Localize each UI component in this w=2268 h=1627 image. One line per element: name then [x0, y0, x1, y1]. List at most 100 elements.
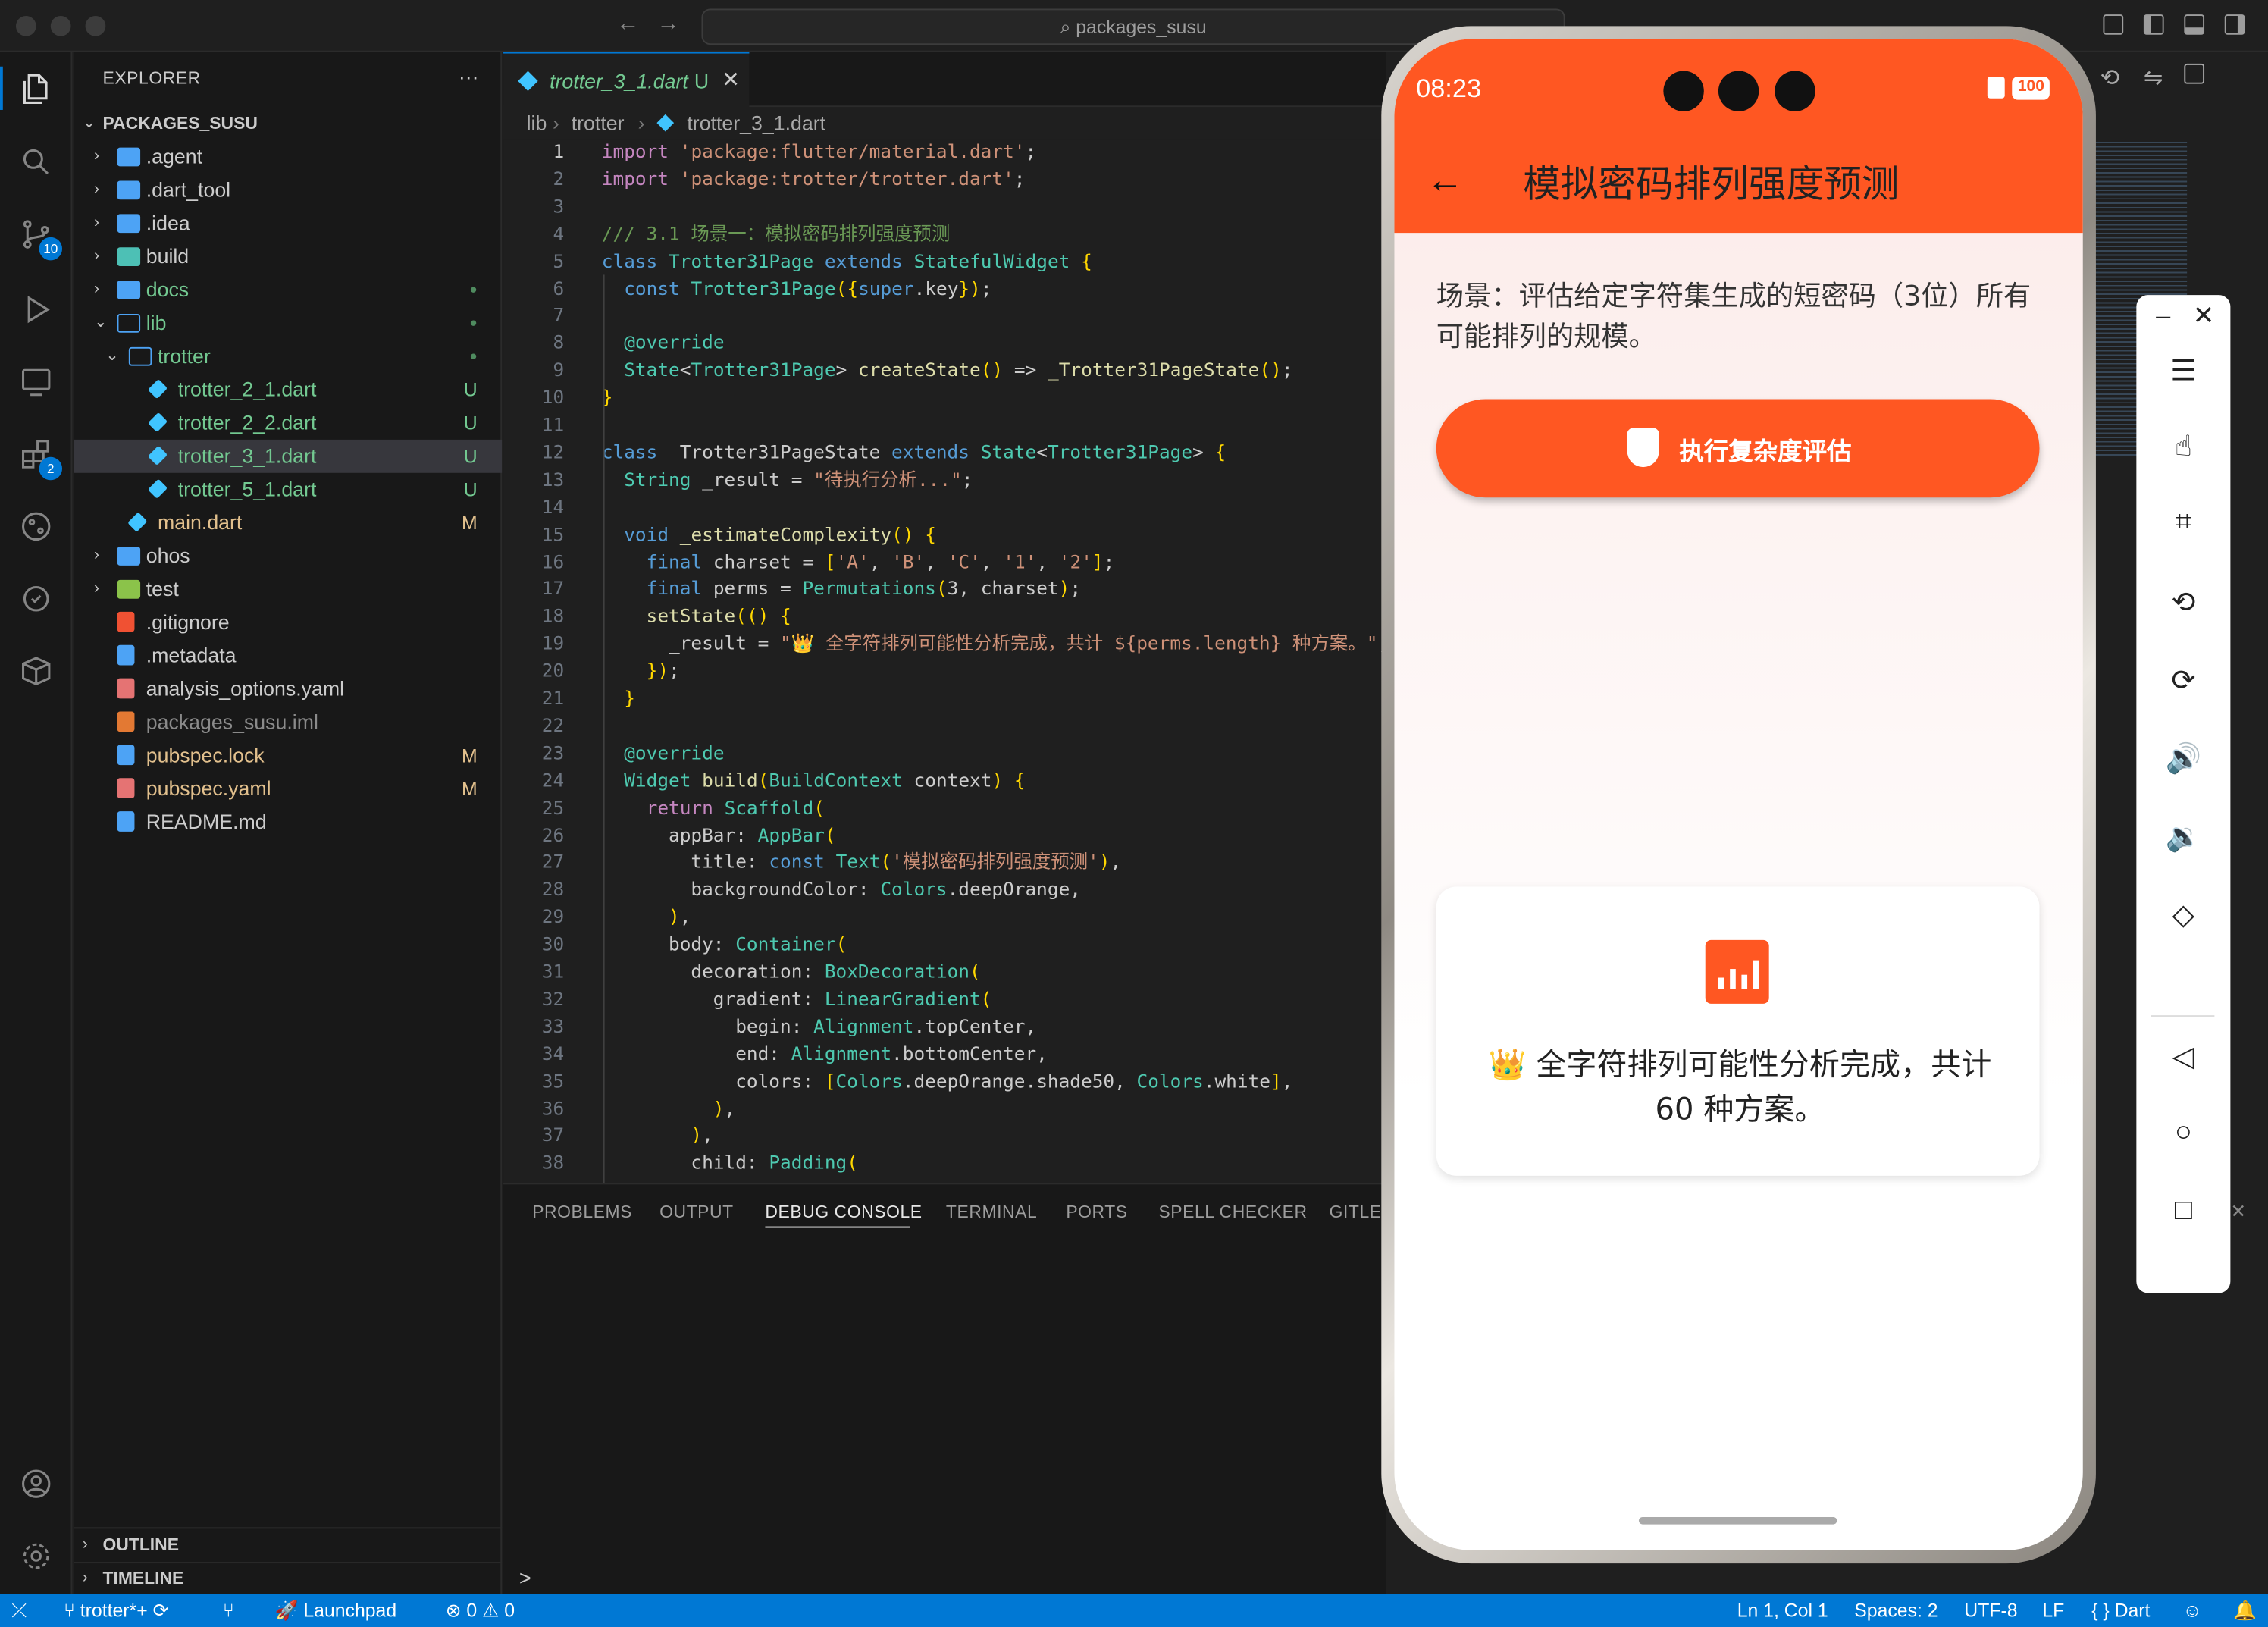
tree-item[interactable]: pubspec.lock M — [74, 739, 502, 773]
compare-icon[interactable]: ⇋ — [2144, 64, 2163, 92]
tree-item[interactable]: README.md — [74, 806, 502, 839]
code-line[interactable]: 30 body: Container( — [503, 932, 1386, 959]
workspace-root[interactable]: ⌄ PACKAGES_SUSU — [74, 107, 502, 140]
toggle-panel-icon[interactable] — [2184, 14, 2205, 35]
code-line[interactable]: 19 _result = "👑 全字符排列可能性分析完成，共计 ${perms.… — [503, 631, 1389, 658]
code-line[interactable]: 11 — [503, 412, 1386, 440]
split-editor-icon[interactable] — [2184, 63, 2205, 84]
nav-home-icon[interactable]: ○ — [2136, 1117, 2230, 1150]
extensions-icon[interactable]: 2 — [16, 434, 63, 481]
screen-rotate-icon[interactable]: ◇ — [2136, 897, 2230, 933]
nav-recents-icon[interactable]: □ — [2136, 1195, 2230, 1228]
forward-arrow-icon[interactable]: → — [656, 11, 680, 37]
code-line[interactable]: 38 child: Padding( — [503, 1150, 1386, 1177]
search-icon[interactable] — [16, 142, 56, 182]
eol-status[interactable]: LF — [2042, 1594, 2064, 1627]
code-line[interactable]: 32 gradient: LinearGradient( — [503, 986, 1386, 1014]
code-line[interactable]: 24 Widget build(BuildContext context) { — [503, 767, 1386, 795]
code-line[interactable]: 21 } — [503, 685, 1386, 713]
remote-icon[interactable]: ⤫ — [11, 1594, 27, 1627]
close-icon[interactable]: ✕ — [2157, 301, 2251, 331]
code-line[interactable]: 5 class Trotter31Page extends StatefulWid… — [503, 248, 1386, 275]
code-line[interactable]: 37 ), — [503, 1123, 1386, 1150]
panel-tab-problems[interactable]: PROBLEMS — [532, 1202, 632, 1222]
rotate-left-icon[interactable]: ⟲ — [2136, 585, 2230, 621]
breadcrumb-trotter[interactable]: trotter — [572, 107, 625, 139]
toggle-sidebar-icon[interactable] — [2143, 14, 2164, 35]
tree-item[interactable]: pubspec.yaml M — [74, 773, 502, 806]
tree-item[interactable]: main.dart M — [74, 506, 502, 540]
run-debug-icon[interactable] — [16, 290, 56, 330]
code-line[interactable]: 7 — [503, 303, 1386, 330]
maximize-window-button[interactable] — [85, 15, 106, 36]
tree-item[interactable]: › .idea — [74, 207, 502, 240]
tree-item[interactable]: › ohos — [74, 540, 502, 573]
copilot-icon[interactable]: ☺ — [2182, 1594, 2201, 1627]
toggle-secondary-sidebar-icon[interactable] — [2224, 14, 2245, 35]
panel-tab-spell-checker[interactable]: SPELL CHECKER — [1158, 1202, 1307, 1222]
encoding-status[interactable]: UTF-8 — [1964, 1594, 2017, 1627]
tree-item[interactable]: trotter_3_1.dart U — [74, 439, 503, 473]
code-line[interactable]: 13 String _result = "待执行分析..."; — [503, 467, 1386, 494]
breadcrumb-file[interactable]: trotter_3_1.dart — [687, 107, 825, 139]
timeline-section[interactable]: › TIMELINE — [74, 1562, 502, 1595]
outline-section[interactable]: › OUTLINE — [74, 1528, 502, 1562]
crop-screenshot-icon[interactable]: ⌗ — [2136, 506, 2230, 540]
tree-item[interactable]: trotter_5_1.dart U — [74, 473, 502, 506]
code-line[interactable]: 33 begin: Alignment.topCenter, — [503, 1014, 1386, 1041]
language-status[interactable]: { } Dart — [2091, 1594, 2150, 1627]
touch-icon[interactable]: ☝ — [2136, 428, 2230, 465]
code-line[interactable]: 22 — [503, 713, 1386, 740]
nav-back-icon[interactable]: ◁ — [2136, 1039, 2230, 1075]
code-line[interactable]: 2 import 'package:trotter/trotter.dart'; — [503, 166, 1386, 193]
home-indicator[interactable] — [1638, 1517, 1837, 1525]
launchpad-status[interactable]: 🚀 Launchpad — [275, 1594, 397, 1627]
explorer-files-icon[interactable] — [16, 68, 56, 108]
notifications-bell-icon[interactable]: 🔔 — [2233, 1594, 2257, 1627]
code-line[interactable]: 35 colors: [Colors.deepOrange.shade50, C… — [503, 1068, 1386, 1096]
code-line[interactable]: 28 backgroundColor: Colors.deepOrange, — [503, 877, 1386, 904]
layout-customize-icon[interactable] — [2103, 14, 2124, 35]
account-icon[interactable] — [16, 1463, 56, 1503]
panel-tab-terminal[interactable]: TERMINAL — [946, 1202, 1037, 1222]
tree-item[interactable]: › .agent — [74, 140, 502, 174]
volume-down-icon[interactable]: 🔉 — [2136, 819, 2230, 855]
code-editor[interactable]: 1 import 'package:flutter/material.dart';… — [503, 139, 1389, 1183]
tab-trotter-3-1[interactable]: trotter_3_1.dart U ✕ — [503, 52, 750, 108]
tree-item[interactable]: › .dart_tool — [74, 174, 502, 207]
code-line[interactable]: 1 import 'package:flutter/material.dart'; — [503, 139, 1386, 166]
code-line[interactable]: 26 appBar: AppBar( — [503, 822, 1386, 849]
indentation-status[interactable]: Spaces: 2 — [1854, 1594, 1938, 1627]
back-arrow-icon[interactable]: ← — [616, 11, 640, 37]
code-line[interactable]: 29 ), — [503, 904, 1386, 932]
code-line[interactable]: 4 /// 3.1 场景一：模拟密码排列强度预测 — [503, 221, 1386, 248]
tree-item[interactable]: › test — [74, 572, 502, 606]
execute-assessment-button[interactable]: 执行复杂度评估 — [1436, 399, 2040, 498]
code-line[interactable]: 15 void _estimateComplexity() { — [503, 522, 1386, 549]
code-line[interactable]: 8 @override — [503, 330, 1386, 357]
rotate-right-icon[interactable]: ⟳ — [2136, 663, 2230, 699]
problems-status[interactable]: ⊗ 0 ⚠ 0 — [446, 1594, 515, 1627]
menu-icon[interactable]: ☰ — [2136, 353, 2230, 389]
code-line[interactable]: 3 — [503, 193, 1386, 221]
code-line[interactable]: 20 }); — [503, 658, 1386, 685]
tree-item[interactable]: analysis_options.yaml — [74, 672, 502, 706]
code-line[interactable]: 17 final perms = Permutations(3, charset… — [503, 576, 1386, 603]
testing-icon[interactable] — [16, 578, 56, 619]
git-graph-icon[interactable] — [16, 506, 56, 547]
tree-item[interactable]: › docs ● — [74, 274, 502, 307]
code-line[interactable]: 18 setState(() { — [503, 603, 1386, 631]
debug-console-prompt[interactable]: > — [519, 1566, 531, 1590]
code-line[interactable]: 16 final charset = ['A', 'B', 'C', '1', … — [503, 549, 1386, 576]
tree-item[interactable]: packages_susu.iml — [74, 706, 502, 739]
code-line[interactable]: 10} — [503, 385, 1386, 412]
breadcrumb-lib[interactable]: lib — [527, 107, 547, 139]
volume-up-icon[interactable]: 🔊 — [2136, 741, 2230, 777]
code-line[interactable]: 9 State<Trotter31Page> createState() => … — [503, 358, 1386, 385]
panel-tab-debug-console[interactable]: DEBUG CONSOLE — [765, 1202, 922, 1222]
cursor-position[interactable]: Ln 1, Col 1 — [1737, 1594, 1828, 1627]
back-arrow-icon[interactable]: ← — [1426, 158, 1464, 202]
code-line[interactable]: 12 class _Trotter31PageState extends Stat… — [503, 440, 1386, 467]
code-line[interactable]: 25 return Scaffold( — [503, 795, 1386, 822]
tree-item[interactable]: trotter_2_1.dart U — [74, 373, 502, 406]
